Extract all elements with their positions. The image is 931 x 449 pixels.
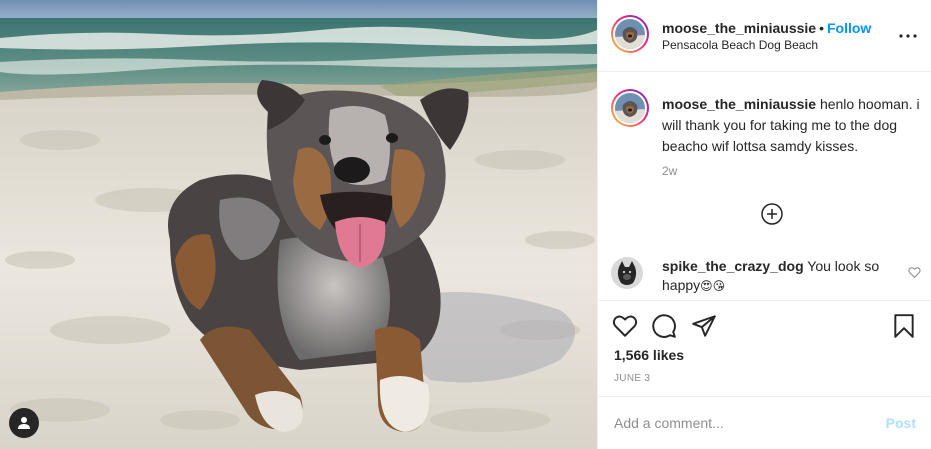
post-date[interactable]: JUNE 3 [614, 373, 650, 384]
load-more-comments-button[interactable] [760, 202, 784, 226]
author-username-link[interactable]: moose_the_miniaussie [662, 20, 816, 36]
share-button[interactable] [691, 313, 717, 339]
likes-count[interactable]: 1,566 likes [614, 347, 684, 363]
post-header: moose_the_miniaussie • Follow Pensacola Be… [598, 0, 931, 72]
tag-user-button[interactable] [9, 408, 39, 438]
caption-text: moose_the_miniaussie henlo hooman. i wil… [662, 94, 924, 157]
follow-button[interactable]: Follow [827, 20, 871, 36]
caption-username-link[interactable]: moose_the_miniaussie [662, 96, 816, 112]
commenter-avatar[interactable] [611, 257, 643, 289]
like-button[interactable] [612, 313, 638, 339]
more-options-button[interactable] [896, 26, 920, 46]
author-avatar[interactable] [611, 15, 649, 53]
caption-avatar-image [615, 93, 645, 123]
user-tag-icon [18, 417, 30, 429]
dog-on-beach-image [0, 0, 597, 449]
separator-dot: • [819, 20, 824, 36]
post-comment-button[interactable]: Post [886, 415, 916, 431]
comment-emojis: 😍😘 [700, 279, 726, 293]
commenter-avatar-image [611, 257, 643, 289]
caption-avatar[interactable] [611, 89, 649, 127]
comment-button[interactable] [651, 313, 677, 339]
add-comment-bar: Post [598, 396, 931, 449]
author-avatar-image [615, 19, 645, 49]
post-photo[interactable] [0, 0, 597, 449]
comment-like-button[interactable] [908, 266, 921, 279]
header-title-line: moose_the_miniaussie • Follow [662, 20, 871, 36]
commenter-username-link[interactable]: spike_the_crazy_dog [662, 258, 804, 274]
instagram-post: moose_the_miniaussie • Follow Pensacola Be… [0, 0, 931, 449]
caption-time-ago[interactable]: 2w [662, 164, 677, 178]
comment-item: spike_the_crazy_dog You look so happy😍😘 [611, 256, 921, 296]
comments-section: moose_the_miniaussie henlo hooman. i wil… [598, 72, 931, 300]
post-sidebar: moose_the_miniaussie • Follow Pensacola Be… [597, 0, 931, 449]
heart-outline-icon [908, 267, 921, 278]
location-link[interactable]: Pensacola Beach Dog Beach [662, 38, 818, 52]
add-comment-input[interactable] [614, 413, 864, 433]
comment-bubble-icon [652, 314, 676, 338]
post-actions: 1,566 likes JUNE 3 [598, 300, 931, 396]
heart-outline-icon [612, 315, 638, 337]
paper-plane-icon [692, 315, 716, 337]
plus-circle-icon [761, 203, 783, 225]
more-options-icon [899, 34, 917, 38]
bookmark-icon [894, 314, 914, 338]
comment-text: spike_the_crazy_dog You look so happy😍😘 [662, 257, 892, 296]
save-button[interactable] [891, 313, 917, 339]
